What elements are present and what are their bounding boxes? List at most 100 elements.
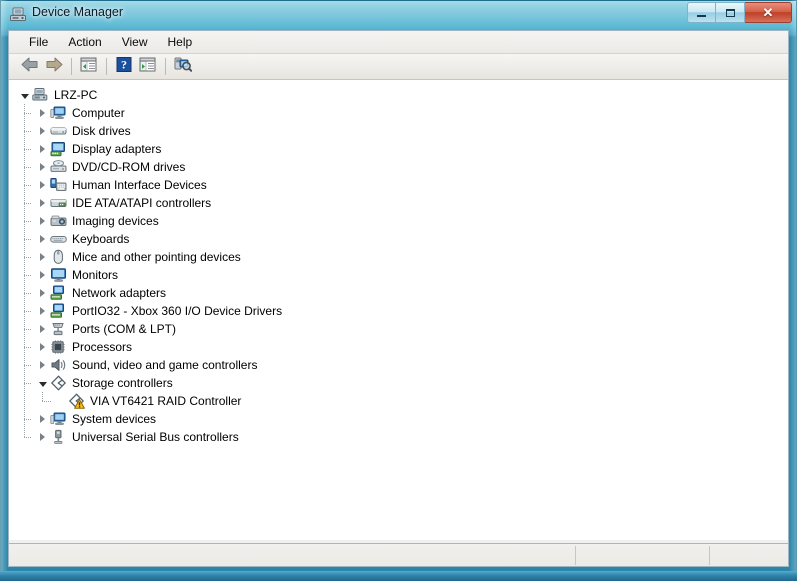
minimize-icon <box>688 3 715 22</box>
maximize-button[interactable] <box>716 2 745 23</box>
tree-node[interactable]: IDE ATA/ATAPI controllers <box>9 194 788 212</box>
tree-node[interactable]: Disk drives <box>9 122 788 140</box>
tree-node[interactable]: Monitors <box>9 266 788 284</box>
device-manager-icon <box>9 6 27 23</box>
tree-node-label: Display adapters <box>72 142 162 156</box>
mouse-icon <box>50 249 68 265</box>
expand-triangle-icon[interactable] <box>35 248 50 266</box>
title-bar[interactable]: Device Manager ✕ <box>0 0 797 30</box>
expand-triangle-icon[interactable] <box>35 410 50 428</box>
tree-connector-stub <box>24 365 32 366</box>
computer-icon <box>50 105 68 121</box>
dvd-drive-icon <box>50 159 68 175</box>
show-hide-console-tree-button[interactable] <box>77 56 100 78</box>
tree-node-label: Monitors <box>72 268 119 282</box>
tree-node[interactable]: Imaging devices <box>9 212 788 230</box>
expand-triangle-icon[interactable] <box>35 428 50 446</box>
tree-connector-stub <box>24 149 32 150</box>
ide-controller-icon <box>50 195 68 211</box>
usb-controller-icon <box>50 429 68 445</box>
minimize-button[interactable] <box>687 2 716 23</box>
tree-node[interactable]: Processors <box>9 338 788 356</box>
toolbar: ? <box>9 54 788 80</box>
tree-connector-stub <box>24 131 32 132</box>
disk-drive-icon <box>50 123 68 139</box>
expand-triangle-icon[interactable] <box>35 338 50 356</box>
scan-hardware-icon <box>174 56 192 77</box>
tree-node[interactable]: Keyboards <box>9 230 788 248</box>
expand-triangle-icon[interactable] <box>35 320 50 338</box>
tree-node[interactable]: Network adapters <box>9 284 788 302</box>
monitor-icon <box>50 267 68 283</box>
network-adapter-icon <box>50 285 68 301</box>
help-button[interactable]: ? <box>112 56 135 78</box>
tree-node[interactable]: Display adapters <box>9 140 788 158</box>
tree-connector-stub <box>24 311 32 312</box>
tree-connector-line <box>24 104 25 437</box>
collapse-triangle-icon[interactable] <box>35 374 50 392</box>
tree-connector-stub <box>24 221 32 222</box>
tree-node-label: DVD/CD-ROM drives <box>72 160 186 174</box>
toolbar-separator-2 <box>106 58 107 75</box>
device-tree-view[interactable]: LRZ-PC Computer Disk drives Display adapter… <box>9 80 788 540</box>
tree-node[interactable]: System devices <box>9 410 788 428</box>
console-tree-icon <box>80 57 97 77</box>
menu-item-help[interactable]: Help <box>158 33 203 52</box>
tree-root-node[interactable]: LRZ-PC <box>9 86 788 104</box>
window-bottom-frame <box>0 571 797 581</box>
tree-node[interactable]: Human Interface Devices <box>9 176 788 194</box>
system-device-icon <box>50 411 68 427</box>
imaging-device-icon <box>50 213 68 229</box>
tree-connector-stub <box>24 329 32 330</box>
menu-item-view[interactable]: View <box>112 33 158 52</box>
tree-node[interactable]: Computer <box>9 104 788 122</box>
tree-connector-stub <box>24 185 32 186</box>
toolbar-separator-3 <box>165 58 166 75</box>
menu-item-action[interactable]: Action <box>58 33 111 52</box>
back-arrow-icon <box>21 57 39 77</box>
expand-triangle-icon[interactable] <box>35 158 50 176</box>
expand-triangle-icon[interactable] <box>35 302 50 320</box>
back-button[interactable] <box>18 56 41 78</box>
collapse-triangle-icon[interactable] <box>17 86 32 104</box>
tree-node[interactable]: Sound, video and game controllers <box>9 356 788 374</box>
expand-triangle-icon[interactable] <box>35 194 50 212</box>
tree-node-label: Ports (COM & LPT) <box>72 322 177 336</box>
tree-node[interactable]: Ports (COM & LPT) <box>9 320 788 338</box>
tree-node[interactable]: PortIO32 - Xbox 360 I/O Device Drivers <box>9 302 788 320</box>
status-bar <box>9 543 788 566</box>
tree-node[interactable]: Universal Serial Bus controllers <box>9 428 788 446</box>
expand-triangle-icon[interactable] <box>35 104 50 122</box>
close-button[interactable]: ✕ <box>745 2 792 23</box>
tree-node[interactable]: Storage controllers <box>9 374 788 392</box>
tree-node-label: System devices <box>72 412 157 426</box>
tree-connector-stub <box>24 383 32 384</box>
tree-node-label: VIA VT6421 RAID Controller <box>90 394 242 408</box>
tree-node[interactable]: VIA VT6421 RAID Controller <box>9 392 788 410</box>
processor-icon <box>50 339 68 355</box>
forward-button[interactable] <box>42 56 65 78</box>
expand-triangle-icon[interactable] <box>35 266 50 284</box>
maximize-icon <box>716 3 744 22</box>
expand-triangle-icon[interactable] <box>35 230 50 248</box>
tree-node-label: Network adapters <box>72 286 167 300</box>
close-icon: ✕ <box>762 4 774 20</box>
expand-triangle-icon[interactable] <box>35 122 50 140</box>
device-tree-list: LRZ-PC Computer Disk drives Display adapter… <box>9 81 788 446</box>
tree-node-label: LRZ-PC <box>54 88 98 102</box>
properties-button[interactable] <box>136 56 159 78</box>
keyboard-icon <box>50 231 68 247</box>
expand-triangle-icon[interactable] <box>35 176 50 194</box>
forward-arrow-icon <box>45 57 63 77</box>
scan-hardware-changes-button[interactable] <box>171 56 194 78</box>
expand-triangle-icon[interactable] <box>35 140 50 158</box>
expand-triangle-icon[interactable] <box>35 212 50 230</box>
port-icon <box>50 321 68 337</box>
status-bar-divider-2 <box>709 546 710 565</box>
expand-triangle-icon[interactable] <box>35 356 50 374</box>
tree-node[interactable]: DVD/CD-ROM drives <box>9 158 788 176</box>
menu-item-file[interactable]: File <box>19 33 58 52</box>
expand-triangle-icon[interactable] <box>35 284 50 302</box>
tree-node[interactable]: Mice and other pointing devices <box>9 248 788 266</box>
